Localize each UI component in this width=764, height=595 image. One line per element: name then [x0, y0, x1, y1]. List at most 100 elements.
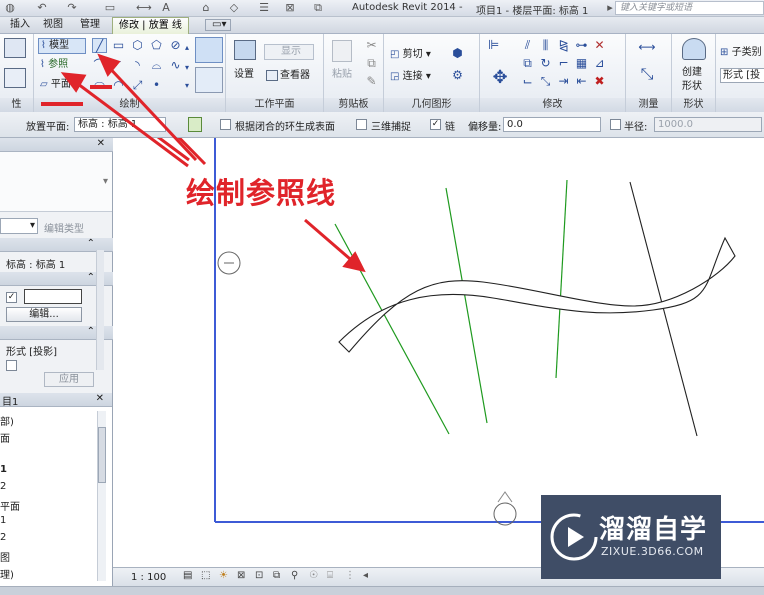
undo-icon[interactable]: ↶ — [36, 2, 48, 14]
closed-loop-checkbox[interactable] — [220, 119, 231, 130]
filter-dropdown[interactable]: ▾ — [0, 218, 38, 234]
search-input[interactable]: 键入关键字或短语 — [615, 1, 764, 15]
measure-icon[interactable]: ⟷ — [136, 2, 152, 14]
text-icon[interactable]: A — [160, 2, 172, 14]
reference-line-button[interactable]: ⌇ 参照 — [38, 58, 86, 74]
align-icon[interactable]: ⊫ — [486, 38, 501, 53]
cut-geometry-button[interactable]: ◰ 剪切 ▾ — [390, 48, 431, 61]
fillet-arc-icon[interactable]: ⌓ — [149, 58, 164, 73]
visual-style-icon[interactable]: ⬚ — [201, 570, 210, 581]
subcategory-dropdown[interactable]: 形式 [投 — [720, 68, 764, 83]
mirror-draw-icon[interactable]: ⧎ — [556, 38, 571, 53]
properties-close-icon[interactable]: ✕ — [97, 138, 105, 149]
offset-icon[interactable]: ⫽ — [520, 38, 535, 53]
thin-lines-icon[interactable]: ☰ — [258, 2, 270, 14]
mirror-axis-icon[interactable]: ⫼ — [538, 38, 553, 53]
work-plane-button[interactable]: ▱ 平面 — [38, 78, 86, 94]
visible-value-box[interactable] — [24, 289, 82, 304]
view-scale[interactable]: 1 : 100 — [131, 572, 166, 583]
ribbon-toggle-button[interactable]: ▭▾ — [205, 19, 231, 31]
chain-checkbox[interactable]: ✓ — [430, 119, 441, 130]
radius-input[interactable]: 1000.0 — [654, 117, 762, 132]
scroll-left-icon[interactable]: ◂ — [363, 570, 368, 581]
show-work-plane-icon[interactable] — [195, 37, 223, 63]
trim-single-icon[interactable]: ⌙ — [520, 74, 535, 89]
visible-checkbox[interactable]: ✓ — [6, 292, 17, 303]
tab-view[interactable]: 视图 — [37, 17, 69, 34]
radius-checkbox[interactable] — [610, 119, 621, 130]
3d-view-icon[interactable]: ⌂ — [200, 2, 212, 14]
cut-icon[interactable]: ✂ — [364, 38, 379, 53]
form-checkbox[interactable] — [6, 360, 17, 371]
shadows-icon[interactable]: ⊠ — [237, 570, 245, 581]
tab-manage[interactable]: 管理 — [74, 17, 106, 34]
delete-icon[interactable]: ✖ — [592, 74, 607, 89]
draw-expand-icon[interactable]: ▾ — [182, 78, 192, 93]
trim-icon[interactable]: ⌐ — [556, 56, 571, 71]
switch-windows-icon[interactable]: ⧉ — [312, 2, 324, 14]
circumscribed-polygon-icon[interactable]: ⬠ — [149, 38, 164, 53]
print-icon[interactable]: ▭ — [104, 2, 116, 14]
center-end-arc-icon[interactable]: ◜ — [111, 58, 126, 73]
paste-button[interactable]: 粘贴 — [332, 68, 352, 81]
set-button[interactable]: 设置 — [234, 68, 254, 81]
edit-type-button[interactable]: 编辑类型 — [44, 220, 84, 235]
circle-tool-icon[interactable]: ⊘ — [168, 38, 183, 53]
tree-item[interactable]: 2 — [0, 532, 6, 543]
copy-modify-icon[interactable]: ⧉ — [520, 56, 535, 71]
scale-icon[interactable]: ⤡ — [538, 74, 553, 89]
draw-scroll-down-icon[interactable]: ▾ — [182, 60, 192, 75]
work-plane-viewer-icon[interactable] — [188, 117, 202, 132]
temp-view-props-icon[interactable]: ⌸ — [327, 570, 333, 581]
tree-item[interactable]: 部) — [0, 413, 14, 428]
sun-path-icon[interactable]: ☀ — [219, 570, 228, 581]
tree-item[interactable]: 面 — [0, 430, 10, 445]
properties-icon[interactable] — [4, 38, 26, 58]
tree-item[interactable]: 图 — [0, 549, 10, 564]
start-end-arc-icon[interactable]: ⌒ — [92, 58, 107, 73]
point-element-icon[interactable]: • — [149, 78, 164, 93]
reveal-hidden-icon[interactable]: ☉ — [309, 570, 318, 581]
pin-icon[interactable]: ⊿ — [592, 56, 607, 71]
split-icon[interactable]: ⊶ — [574, 38, 589, 53]
close-hidden-icon[interactable]: ⊠ — [284, 2, 296, 14]
array-icon[interactable]: ▦ — [574, 56, 589, 71]
show-crop-icon[interactable]: ⧉ — [273, 570, 280, 581]
detail-level-icon[interactable]: ▤ — [183, 570, 192, 581]
show-button[interactable]: 显示 — [264, 44, 314, 60]
analysis-icon[interactable]: ⋮ — [345, 570, 355, 581]
section-icon[interactable]: ◇ — [228, 2, 240, 14]
type-properties-icon[interactable] — [4, 68, 26, 88]
app-menu-icon[interactable]: ◍ — [4, 2, 16, 14]
model-line-button[interactable]: ⌇ 模型 — [38, 38, 86, 54]
paint-icon[interactable]: ⚙ — [450, 68, 465, 83]
pick-lines-icon[interactable]: ⤢ — [130, 78, 145, 93]
spline-tool-icon[interactable]: ∿ — [168, 58, 183, 73]
browser-scrollbar[interactable] — [97, 411, 106, 581]
partial-ellipse-icon[interactable]: ◠ — [111, 78, 126, 93]
split-gap-icon[interactable]: ⇤ — [574, 74, 589, 89]
move-icon[interactable]: ✥ — [488, 66, 512, 90]
split-face-icon[interactable]: ⬢ — [450, 46, 465, 61]
browser-scroll-thumb[interactable] — [98, 427, 106, 483]
tab-insert[interactable]: 插入 — [4, 17, 36, 34]
type-selector-arrow-icon[interactable]: ▾ — [103, 176, 108, 187]
browser-close-icon[interactable]: ✕ — [96, 393, 104, 404]
3d-snap-checkbox[interactable] — [356, 119, 367, 130]
aligned-dimension-icon[interactable]: ⤡ — [632, 66, 662, 82]
crop-view-icon[interactable]: ⊡ — [255, 570, 263, 581]
extend-icon[interactable]: ⇥ — [556, 74, 571, 89]
copy-icon[interactable]: ⧉ — [364, 56, 379, 71]
join-geometry-button[interactable]: ◲ 连接 ▾ — [390, 70, 431, 83]
tree-item[interactable]: 理) — [0, 566, 14, 581]
hide-isolate-icon[interactable]: ⚲ — [291, 570, 298, 581]
tree-item[interactable]: 平面 — [0, 498, 20, 513]
tree-item[interactable]: 1 — [0, 515, 6, 526]
inscribed-polygon-icon[interactable]: ⬡ — [130, 38, 145, 53]
rotate-icon[interactable]: ↻ — [538, 56, 553, 71]
tree-item[interactable]: 2 — [0, 481, 6, 492]
tangent-arc-icon[interactable]: ◝ — [130, 58, 145, 73]
edit-button[interactable]: 编辑... — [6, 307, 82, 322]
match-properties-icon[interactable]: ✎ — [364, 74, 379, 89]
3d-snap-work-plane-icon[interactable] — [195, 67, 223, 93]
